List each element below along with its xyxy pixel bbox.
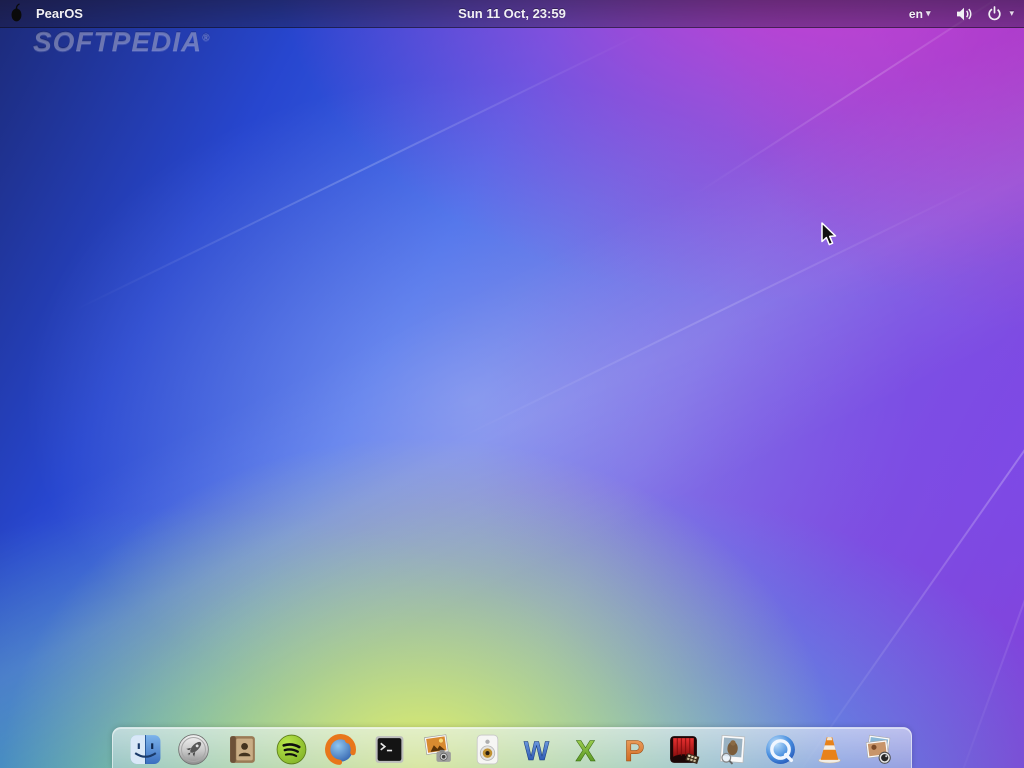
desktop: SOFTPEDIA® PearOS Sun 11 Oct, 23:59 en ▾ <box>0 0 1024 768</box>
dock-item-preview[interactable] <box>715 732 749 766</box>
dock-item-music-player[interactable] <box>470 732 504 766</box>
registered-mark: ® <box>202 33 210 44</box>
dock-item-front-row[interactable] <box>666 732 700 766</box>
terminal-icon <box>373 733 406 766</box>
dock-item-firefox[interactable] <box>324 732 358 766</box>
dock-item-terminal[interactable] <box>373 732 407 766</box>
pear-logo-icon <box>9 3 24 24</box>
language-label: en <box>909 7 923 21</box>
dock-item-image-viewer[interactable] <box>862 732 896 766</box>
clock[interactable]: Sun 11 Oct, 23:59 <box>0 6 1024 21</box>
launchpad-rocket-icon <box>177 733 210 766</box>
photo-stack-lens-icon <box>862 733 895 766</box>
firefox-icon <box>324 733 357 766</box>
mouse-cursor <box>818 221 839 248</box>
softpedia-watermark: SOFTPEDIA® <box>33 26 211 58</box>
menubar-indicators: en ▾ ▾ <box>909 6 1024 21</box>
dock-item-spreadsheet[interactable]: X <box>568 732 602 766</box>
svg-text:W: W <box>524 735 550 765</box>
dock-item-finder[interactable] <box>128 732 162 766</box>
chevron-down-icon: ▾ <box>926 8 931 19</box>
finder-icon <box>129 733 162 766</box>
power-icon <box>987 6 1002 21</box>
dock-item-contacts[interactable] <box>226 732 260 766</box>
dock-item-presentation[interactable]: P <box>617 732 651 766</box>
word-w-icon: W <box>520 733 553 766</box>
spotify-icon <box>275 733 308 766</box>
speaker-icon <box>471 733 504 766</box>
volume-icon <box>956 7 974 21</box>
volume-button[interactable] <box>956 7 974 21</box>
dock-item-screenshot[interactable] <box>422 732 456 766</box>
svg-text:P: P <box>624 734 644 765</box>
dock-item-word-processor[interactable]: W <box>519 732 553 766</box>
powerpoint-p-icon: P <box>618 733 651 766</box>
pear-menu[interactable]: PearOS <box>0 3 83 24</box>
os-name-label: PearOS <box>36 6 83 21</box>
vlc-cone-icon <box>813 733 846 766</box>
dock: W X P <box>112 727 912 768</box>
softpedia-watermark-text: SOFTPEDIA <box>33 26 202 57</box>
dock-item-vlc[interactable] <box>813 732 847 766</box>
contacts-book-icon <box>226 733 259 766</box>
svg-text:X: X <box>575 734 595 765</box>
dock-item-quicktime[interactable] <box>764 732 798 766</box>
dock-item-launchpad[interactable] <box>177 732 211 766</box>
excel-x-icon: X <box>569 733 602 766</box>
quicktime-q-icon <box>764 733 797 766</box>
dock-item-spotify[interactable] <box>275 732 309 766</box>
front-row-curtain-icon <box>667 733 700 766</box>
screenshot-photo-camera-icon <box>422 733 455 766</box>
menubar: PearOS Sun 11 Oct, 23:59 en ▾ <box>0 0 1024 28</box>
power-button[interactable] <box>987 6 1002 21</box>
power-menu-chevron-icon[interactable]: ▾ <box>1009 8 1014 19</box>
language-selector[interactable]: en ▾ <box>909 7 931 21</box>
preview-photo-loupe-icon <box>716 733 749 766</box>
